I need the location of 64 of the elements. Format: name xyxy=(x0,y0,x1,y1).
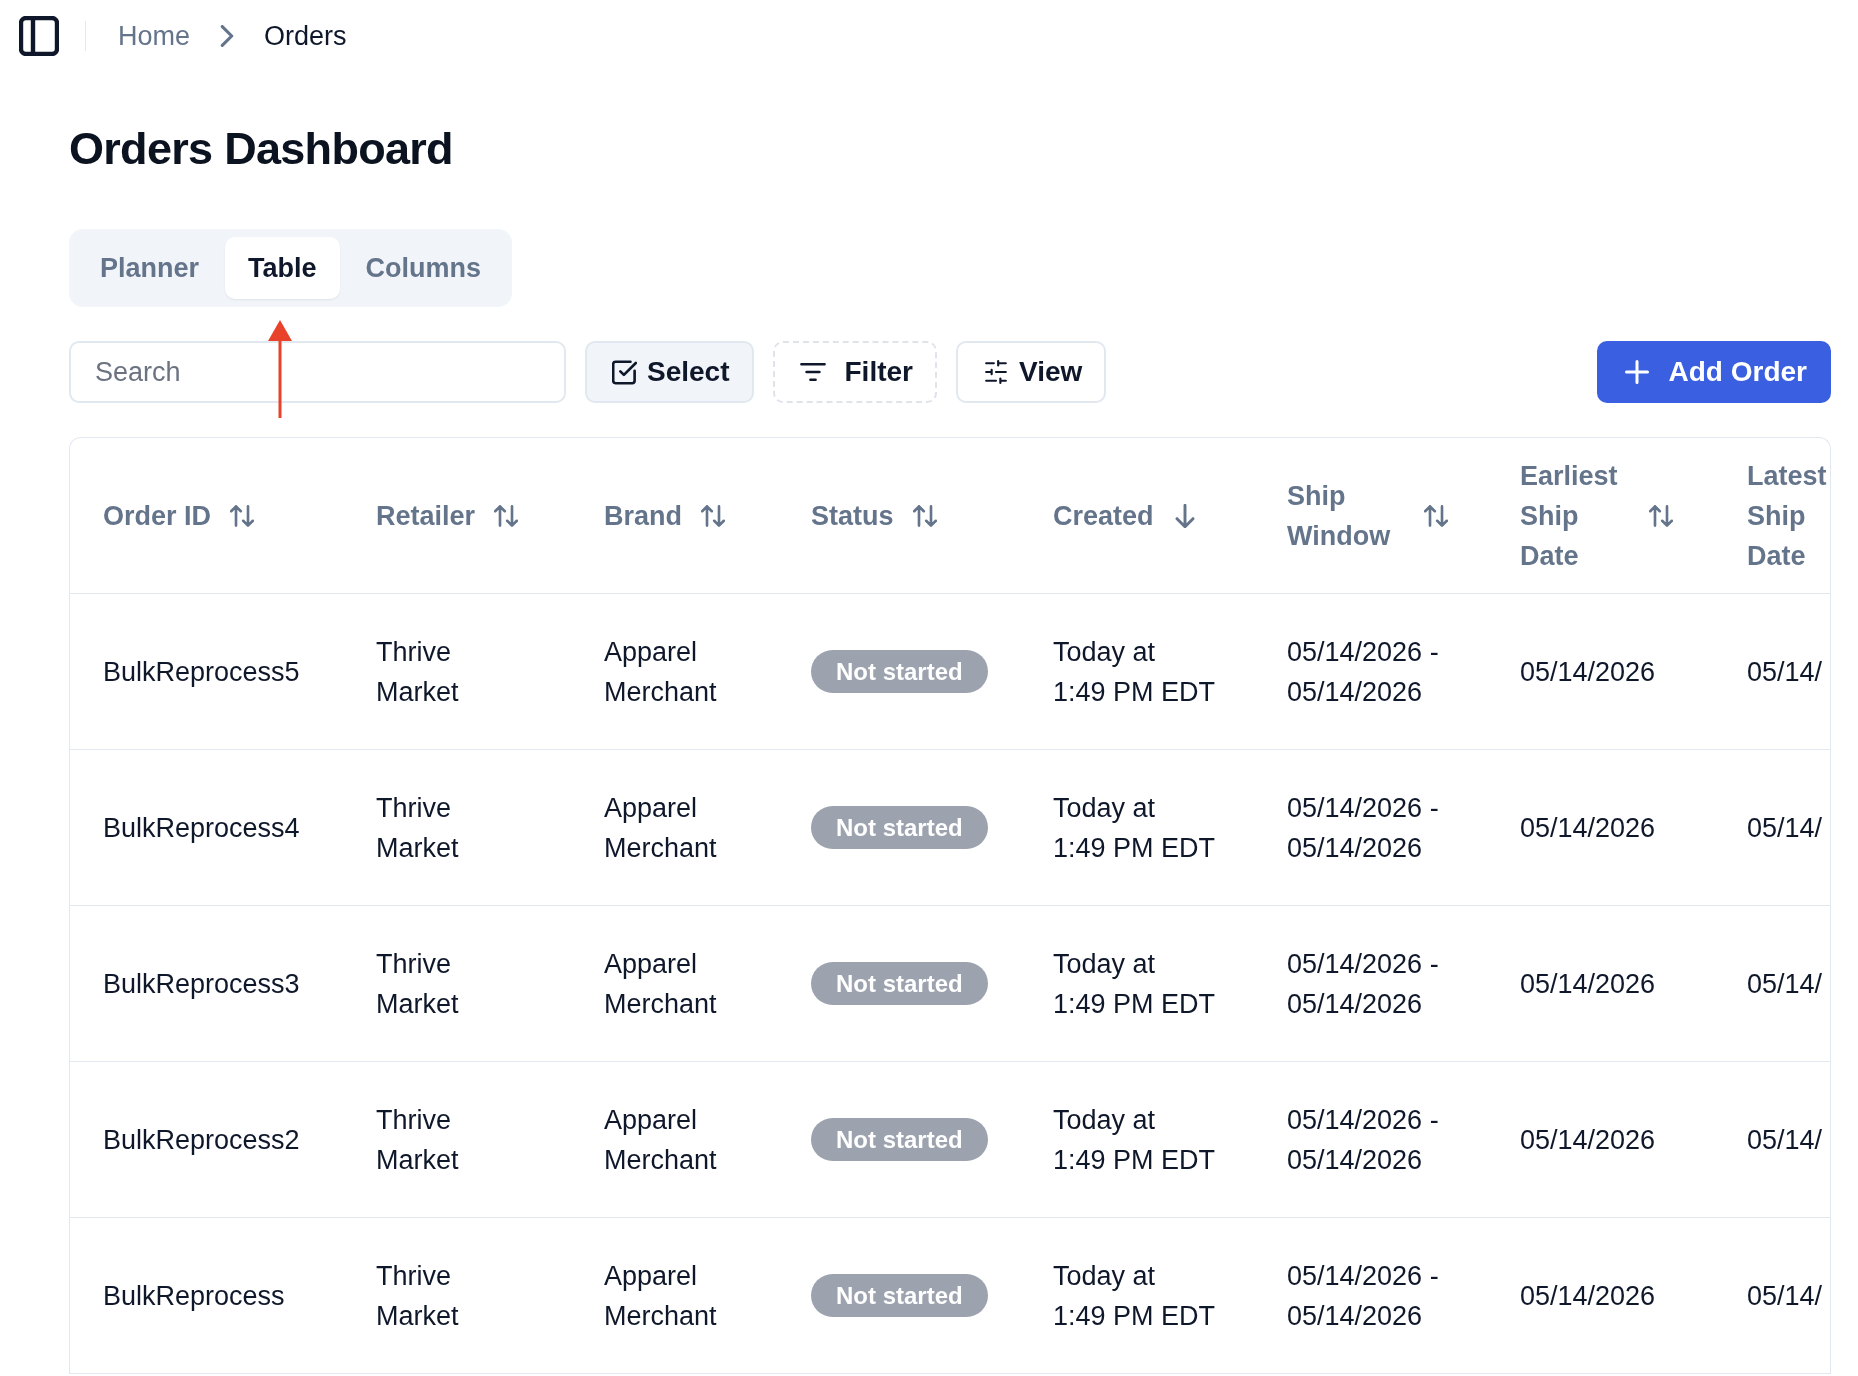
column-header[interactable]: Brand xyxy=(604,495,725,536)
tab[interactable]: Planner xyxy=(77,237,223,299)
status-badge: Not started xyxy=(811,1118,988,1161)
table-cell-text: Today at 1:49 PM EDT xyxy=(1053,635,1217,709)
table-cell-text: BulkReprocess4 xyxy=(103,811,300,845)
search-field[interactable]: Search xyxy=(69,341,566,403)
table-cell-text: 05/14/2026 xyxy=(1520,811,1656,845)
sidebar-toggle-icon[interactable] xyxy=(19,16,59,56)
column-header[interactable]: Latest Ship Date xyxy=(1747,455,1830,576)
plus-icon xyxy=(1624,360,1649,384)
table-cell-text: Today at 1:49 PM EDT xyxy=(1053,1259,1217,1333)
table-cell-text: 05/14/2026 xyxy=(1520,967,1656,1001)
table-cell-text: Apparel Merchant xyxy=(604,635,718,709)
view-button[interactable]: View xyxy=(955,341,1107,403)
column-header[interactable]: Order ID xyxy=(103,495,255,536)
table-cell-text: Today at 1:49 PM EDT xyxy=(1053,947,1217,1021)
table-cell-text: Today at 1:49 PM EDT xyxy=(1053,1103,1217,1177)
page-title: Orders Dashboard xyxy=(69,124,453,174)
checkbox-icon xyxy=(612,359,637,385)
table-cell-text: 05/14/ xyxy=(1747,1279,1823,1313)
filter-button[interactable]: Filter xyxy=(772,341,937,403)
table-cell-text: Thrive Market xyxy=(376,635,460,709)
tab[interactable]: Columns xyxy=(342,237,505,299)
tab[interactable]: Table xyxy=(225,237,340,299)
table-cell-text: 05/14/2026 - 05/14/2026 xyxy=(1287,1259,1440,1333)
table-cell-text: Thrive Market xyxy=(376,947,460,1021)
table-cell-text: 05/14/2026 xyxy=(1520,1279,1656,1313)
status-badge: Not started xyxy=(811,1274,988,1317)
table-cell-text: Apparel Merchant xyxy=(604,1259,718,1333)
table-cell-text: 05/14/ xyxy=(1747,1123,1823,1157)
select-button[interactable]: Select xyxy=(585,341,754,403)
table-cell-text: 05/14/2026 xyxy=(1520,1123,1656,1157)
column-header[interactable]: Retailer xyxy=(376,495,519,536)
table-cell-text: 05/14/2026 - 05/14/2026 xyxy=(1287,791,1440,865)
table-cell-text: Thrive Market xyxy=(376,791,460,865)
status-badge: Not started xyxy=(811,806,988,849)
filter-icon xyxy=(798,363,827,381)
table-cell-text: 05/14/2026 xyxy=(1520,655,1656,689)
table-cell-text: BulkReprocess5 xyxy=(103,655,300,689)
column-header[interactable]: Earliest Ship Date xyxy=(1520,455,1673,576)
breadcrumb-link[interactable]: Home xyxy=(118,20,191,52)
table-cell-text: Apparel Merchant xyxy=(604,791,718,865)
table-cell-text: Apparel Merchant xyxy=(604,947,718,1021)
column-header[interactable]: Created xyxy=(1053,495,1197,536)
table-cell-text: BulkReprocess3 xyxy=(103,967,300,1001)
table-cell-text: Thrive Market xyxy=(376,1259,460,1333)
breadcrumb-current: Orders xyxy=(264,20,347,52)
table-cell-text: BulkReprocess2 xyxy=(103,1123,300,1157)
table-cell-text: 05/14/2026 - 05/14/2026 xyxy=(1287,635,1440,709)
table-cell-text: 05/14/ xyxy=(1747,967,1823,1001)
column-header[interactable]: Status xyxy=(811,495,937,536)
table-cell-text: 05/14/ xyxy=(1747,655,1823,689)
table-cell-text: Thrive Market xyxy=(376,1103,460,1177)
sliders-icon xyxy=(982,360,1009,384)
table-cell-text: 05/14/2026 - 05/14/2026 xyxy=(1287,1103,1440,1177)
table-cell-text: BulkReprocess xyxy=(103,1279,285,1313)
table-cell-text: Today at 1:49 PM EDT xyxy=(1053,791,1217,865)
status-badge: Not started xyxy=(811,962,988,1005)
table-cell-text: 05/14/ xyxy=(1747,811,1823,845)
table-cell-text: 05/14/2026 - 05/14/2026 xyxy=(1287,947,1440,1021)
table-cell-text: Apparel Merchant xyxy=(604,1103,718,1177)
column-header[interactable]: Ship Window xyxy=(1287,475,1448,556)
status-badge: Not started xyxy=(811,650,988,693)
add-order-button[interactable]: Add Order xyxy=(1596,341,1831,403)
